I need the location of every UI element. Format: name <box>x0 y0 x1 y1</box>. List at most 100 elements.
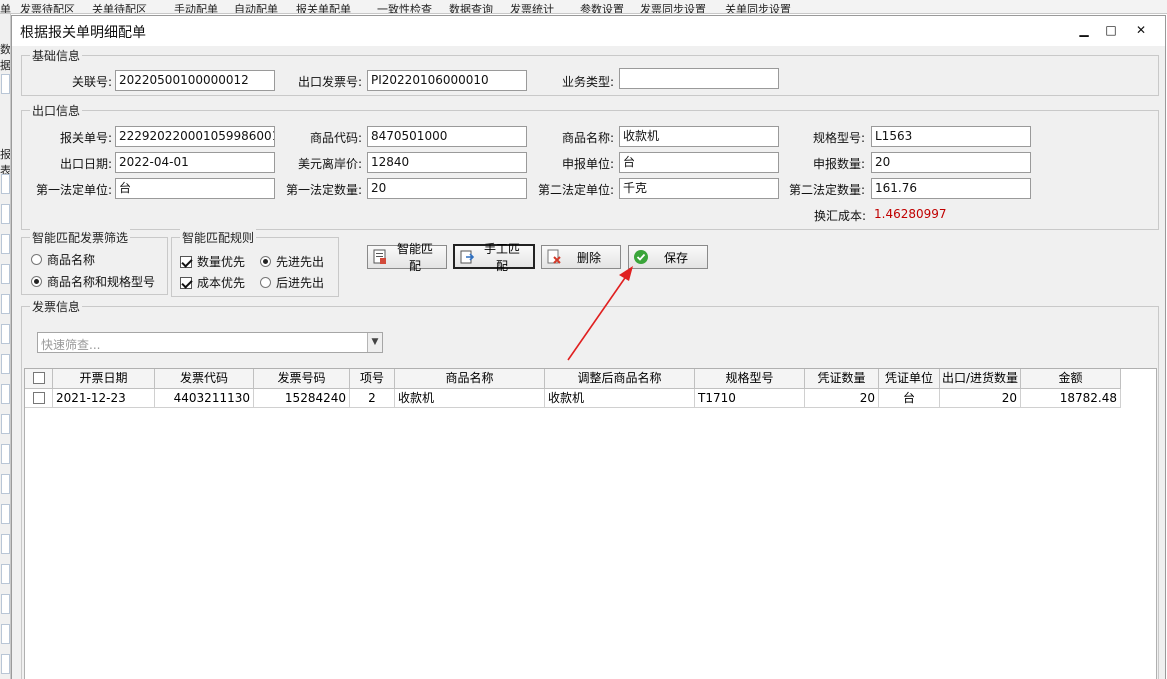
decl-no-field[interactable]: 222920220001059986001 <box>115 126 275 147</box>
cell-voucher-qty[interactable]: 20 <box>805 389 879 408</box>
menu-item[interactable]: 关单同步设置 <box>725 1 791 13</box>
cell-amount[interactable]: 18782.48 <box>1021 389 1121 408</box>
menu-item[interactable]: 单 <box>0 1 11 13</box>
select-all-checkbox[interactable] <box>32 372 45 384</box>
left-row[interactable] <box>1 474 10 494</box>
row-checkbox[interactable] <box>32 392 45 404</box>
left-row[interactable] <box>1 294 10 314</box>
left-row[interactable] <box>1 264 10 284</box>
menu-item[interactable]: 一致性检查 <box>377 1 432 13</box>
cell-export-qty[interactable]: 20 <box>940 389 1021 408</box>
export-date-field[interactable]: 2022-04-01 <box>115 152 275 173</box>
checkbox-label: 成本优先 <box>197 276 246 290</box>
cost-first-checkbox[interactable]: 成本优先 <box>180 274 245 291</box>
save-button[interactable]: 保存 <box>628 245 708 269</box>
col-header[interactable]: 凭证数量 <box>805 369 879 389</box>
col-header[interactable]: 开票日期 <box>53 369 155 389</box>
left-row[interactable] <box>1 594 10 614</box>
menu-item[interactable]: 参数设置 <box>580 1 624 13</box>
col-header[interactable]: 金额 <box>1021 369 1121 389</box>
col-header[interactable]: 发票代码 <box>155 369 254 389</box>
col-header[interactable]: 发票号码 <box>254 369 350 389</box>
filter-goods-name-radio[interactable]: 商品名称 <box>31 251 95 268</box>
filter-goods-name-spec-radio[interactable]: 商品名称和规格型号 <box>31 273 155 290</box>
manual-match-icon <box>459 249 475 265</box>
cell-adjusted-goods-name[interactable]: 收款机 <box>545 389 695 408</box>
col-header[interactable]: 调整后商品名称 <box>545 369 695 389</box>
menu-item[interactable]: 发票待配区 <box>20 1 75 13</box>
left-row[interactable] <box>1 174 10 194</box>
left-row[interactable] <box>1 414 10 434</box>
maximize-button[interactable]: □ <box>1102 22 1120 38</box>
checkbox-icon[interactable] <box>180 255 192 268</box>
col-header[interactable]: 项号 <box>350 369 395 389</box>
col-header[interactable]: 规格型号 <box>695 369 805 389</box>
left-row[interactable] <box>1 354 10 374</box>
left-row[interactable] <box>1 204 10 224</box>
row-select-cell[interactable] <box>25 389 53 408</box>
radio-icon[interactable] <box>31 254 42 265</box>
quick-filter-combo[interactable]: 快速筛查... ▼ <box>37 332 383 353</box>
goods-name-field[interactable]: 收款机 <box>619 126 779 147</box>
smart-match-button[interactable]: 智能匹配 <box>367 242 447 273</box>
decl-unit-field[interactable]: 台 <box>619 152 779 173</box>
cell-goods-name[interactable]: 收款机 <box>395 389 545 408</box>
goods-code-field[interactable]: 8470501000 <box>367 126 527 147</box>
legal-qty1-field[interactable]: 20 <box>367 178 527 199</box>
table-row[interactable]: 2021-12-23 4403211130 15284240 2 收款机 收款机… <box>25 389 1121 408</box>
link-no-field[interactable]: 20220500100000012 <box>115 70 275 91</box>
menu-item[interactable]: 报关单配单 <box>296 1 351 13</box>
invoice-no-field[interactable]: PI20220106000010 <box>367 70 527 91</box>
radio-icon[interactable] <box>260 256 271 267</box>
qty-first-checkbox[interactable]: 数量优先 <box>180 253 245 270</box>
spec-field[interactable]: L1563 <box>871 126 1031 147</box>
cell-invoice-code[interactable]: 4403211130 <box>155 389 254 408</box>
minimize-button[interactable]: ▁ <box>1075 22 1093 38</box>
col-header[interactable]: 出口/进货数量 <box>940 369 1021 389</box>
col-header[interactable]: 凭证单位 <box>879 369 940 389</box>
left-row[interactable] <box>1 444 10 464</box>
cell-invoice-date[interactable]: 2021-12-23 <box>53 389 155 408</box>
usd-fob-field[interactable]: 12840 <box>367 152 527 173</box>
left-row[interactable] <box>1 234 10 254</box>
left-row[interactable] <box>1 534 10 554</box>
menu-item[interactable]: 关单待配区 <box>92 1 147 13</box>
lifo-radio[interactable]: 后进先出 <box>260 274 324 291</box>
menu-item[interactable]: 数据查询 <box>449 1 493 13</box>
fifo-radio[interactable]: 先进先出 <box>260 253 324 270</box>
left-row[interactable] <box>1 654 10 674</box>
menu-item[interactable]: 发票同步设置 <box>640 1 706 13</box>
left-row[interactable] <box>1 564 10 584</box>
cell-spec[interactable]: T1710 <box>695 389 805 408</box>
decl-qty-field[interactable]: 20 <box>871 152 1031 173</box>
radio-icon[interactable] <box>260 277 271 288</box>
biz-type-field[interactable] <box>619 68 779 89</box>
legal-qty2-field[interactable]: 161.76 <box>871 178 1031 199</box>
radio-icon[interactable] <box>31 276 42 287</box>
left-row[interactable] <box>1 384 10 404</box>
select-all-cell[interactable] <box>25 369 53 389</box>
manual-match-label: 手工匹配 <box>483 241 520 273</box>
legal-unit1-field[interactable]: 台 <box>115 178 275 199</box>
col-header[interactable]: 商品名称 <box>395 369 545 389</box>
legal-unit2-field[interactable]: 千克 <box>619 178 779 199</box>
left-row[interactable] <box>1 324 10 344</box>
left-row[interactable] <box>1 504 10 524</box>
title-bar[interactable]: 根据报关单明细配单 ▁ □ ✕ <box>12 16 1165 46</box>
delete-button[interactable]: 删除 <box>541 245 621 269</box>
chevron-down-icon[interactable]: ▼ <box>367 333 382 352</box>
legal-unit2-label: 第二法定单位: <box>537 183 614 197</box>
background-menubar: 单 发票待配区 关单待配区 手动配单 自动配单 报关单配单 一致性检查 数据查询… <box>0 0 1167 14</box>
checkbox-label: 数量优先 <box>197 255 246 269</box>
menu-item[interactable]: 自动配单 <box>234 1 278 13</box>
cell-item-no[interactable]: 2 <box>350 389 395 408</box>
menu-item[interactable]: 发票统计 <box>510 1 554 13</box>
manual-match-button[interactable]: 手工匹配 <box>453 242 535 273</box>
left-row[interactable] <box>1 624 10 644</box>
cell-voucher-unit[interactable]: 台 <box>879 389 940 408</box>
close-button[interactable]: ✕ <box>1132 22 1150 38</box>
cell-invoice-number[interactable]: 15284240 <box>254 389 350 408</box>
menu-item[interactable]: 手动配单 <box>174 1 218 13</box>
checkbox-icon[interactable] <box>180 276 192 289</box>
left-row[interactable] <box>1 74 10 94</box>
